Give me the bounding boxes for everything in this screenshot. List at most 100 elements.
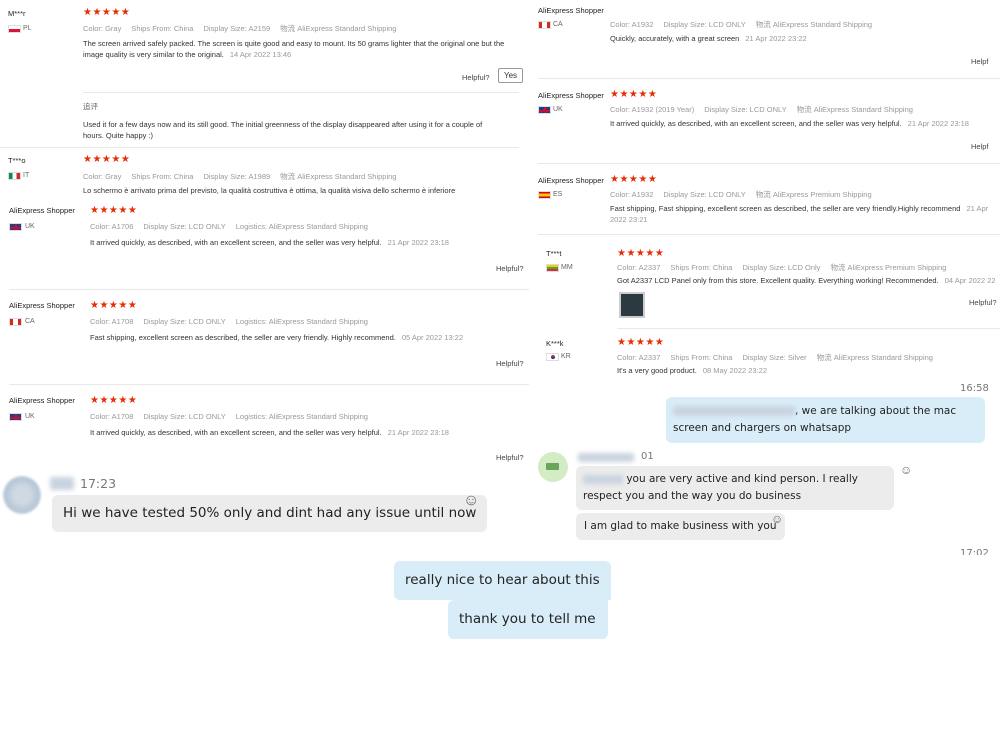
helpful-button[interactable]: Helpf [971,142,989,151]
divider [83,92,519,93]
incoming-message: you are very active and kind person. I r… [576,466,894,510]
divider [9,384,529,385]
incoming-message: Hi we have tested 50% only and dint had … [52,495,488,532]
review-text: It arrived quickly, as described, with a… [610,119,969,128]
emoji-reaction-icon[interactable]: ☺ [771,512,783,526]
rating-stars: ★★★★★ [617,248,665,259]
review-panel-left-top: M***r PL ★★★★★ Color: Gray Ships From: Ch… [0,0,525,205]
review-panel-left-middle: AliExpress Shopper UK ★★★★★ Color: A1706… [0,200,536,468]
helpful-button[interactable]: Helpful? [496,453,524,462]
review-meta: Color: A1932 Display Size: LCD ONLY 物流 Ali… [610,20,873,29]
flag-kr-icon [546,353,559,361]
peer-name-blurred [578,453,634,462]
rating-stars: ★★★★★ [610,89,658,100]
flag-uk-icon [9,223,22,231]
rating-stars: ★★★★★ [610,174,658,185]
helpful-button[interactable]: Helpf [971,57,989,66]
message-time: 01 [641,451,654,462]
rating-stars: ★★★★★ [90,205,138,216]
rating-stars: ★★★★★ [90,395,138,406]
review-author: AliExpress Shopper [9,396,75,405]
outgoing-message: , we are talking about the mac screen an… [666,397,985,443]
review-author: K***k [546,339,564,348]
outgoing-message: really nice to hear about this [394,561,611,600]
rating-stars: ★★★★★ [83,7,131,18]
review-text: The screen arrived safely packed. The sc… [83,39,505,59]
review-meta: Color: A1932 Display Size: LCD ONLY 物流 Ali… [610,190,872,199]
review-text: It's a very good product. 08 May 2022 23:… [617,366,768,375]
review-country: KR [561,353,571,360]
review-author: M***r [8,9,26,18]
review-author: AliExpress Shopper [538,176,604,185]
review-author: AliExpress Shopper [9,206,75,215]
review-meta: Color: Gray Ships From: China Display Size… [83,172,397,181]
review-meta: Color: A2337 Ships From: China Display Siz… [617,353,933,362]
review-meta: Color: A1932 (2019 Year) Display Size: LC… [610,105,913,114]
review-meta: Color: A1708 Display Size: LCD ONLY Logist… [90,317,368,326]
review-text: Fast shipping, Fast shipping, excellent … [610,204,989,224]
review-text: Got A2337 LCD Panel only from this store… [617,276,996,285]
helpful-button[interactable]: Helpful? [496,359,524,368]
helpful-yes-button[interactable]: Yes [498,68,524,83]
review-country: UK [25,223,35,230]
emoji-reaction-icon[interactable]: ☺ [900,463,912,477]
divider [617,328,1000,329]
review-country: CA [553,21,563,28]
review-text: Quickly, accurately, with a great screen… [610,34,807,43]
message-time-partial: 17:02 [960,548,989,555]
peer-avatar[interactable] [538,452,568,482]
rating-stars: ★★★★★ [90,300,138,311]
divider [0,147,519,148]
review-meta: Color: A2337 Ships From: China Display Siz… [617,263,947,272]
review-country: ES [553,191,563,198]
review-text: Lo schermo è arrivato prima del previsto… [83,186,456,195]
rating-stars: ★★★★★ [617,337,665,348]
review-author: AliExpress Shopper [538,6,604,15]
divider [9,289,529,290]
mention-blurred [583,474,623,484]
flag-pl-icon [8,25,21,33]
message-time: 16:58 [960,383,989,394]
helpful-button[interactable]: Helpful? [496,264,524,273]
flag-uk-icon [538,106,551,114]
followup-label: 追评 [83,102,98,111]
review-meta: Color: A1706 Display Size: LCD ONLY Logist… [90,222,368,231]
review-text: Fast shipping, excellent screen as descr… [90,333,464,342]
divider [538,163,1000,164]
divider [538,78,1000,79]
contact-name-blurred [50,477,74,490]
review-text: It arrived quickly, as described, with a… [90,428,449,437]
review-country: IT [23,172,30,179]
review-country: PL [23,25,32,32]
divider [538,234,1000,235]
review-author: T***o [8,156,26,165]
flag-ca-icon [9,318,22,326]
flag-mm-icon [546,264,559,272]
flag-es-icon [538,191,551,199]
review-country: UK [553,106,563,113]
flag-ca-icon [538,21,551,29]
outgoing-message: thank you to tell me [448,600,608,639]
review-country: CA [25,318,35,325]
followup-text: Used it for a few days now and its still… [83,120,483,140]
review-meta: Color: A1708 Display Size: LCD ONLY Logist… [90,412,368,421]
review-author: T***t [546,249,562,258]
review-country: MM [561,264,573,271]
helpful-button[interactable]: Helpful? [969,298,997,307]
mention-blurred [673,406,795,416]
helpful-label: Helpful? [462,73,490,82]
review-country: UK [25,413,35,420]
review-meta: Color: Gray Ships From: China Display Size… [83,24,397,33]
incoming-message: I am glad to make business with you [576,513,785,540]
contact-avatar[interactable] [3,476,41,514]
flag-uk-icon [9,413,22,421]
emoji-reaction-icon[interactable]: ☺ [463,492,479,510]
review-panel-right: AliExpress Shopper CA Color: A1932 Displa… [535,0,1000,380]
review-author: AliExpress Shopper [538,91,604,100]
message-time: 17:23 [80,476,117,491]
review-text: It arrived quickly, as described, with a… [90,238,449,247]
review-author: AliExpress Shopper [9,301,75,310]
flag-it-icon [8,172,21,180]
review-photo-thumbnail[interactable] [619,292,645,318]
rating-stars: ★★★★★ [83,154,131,165]
